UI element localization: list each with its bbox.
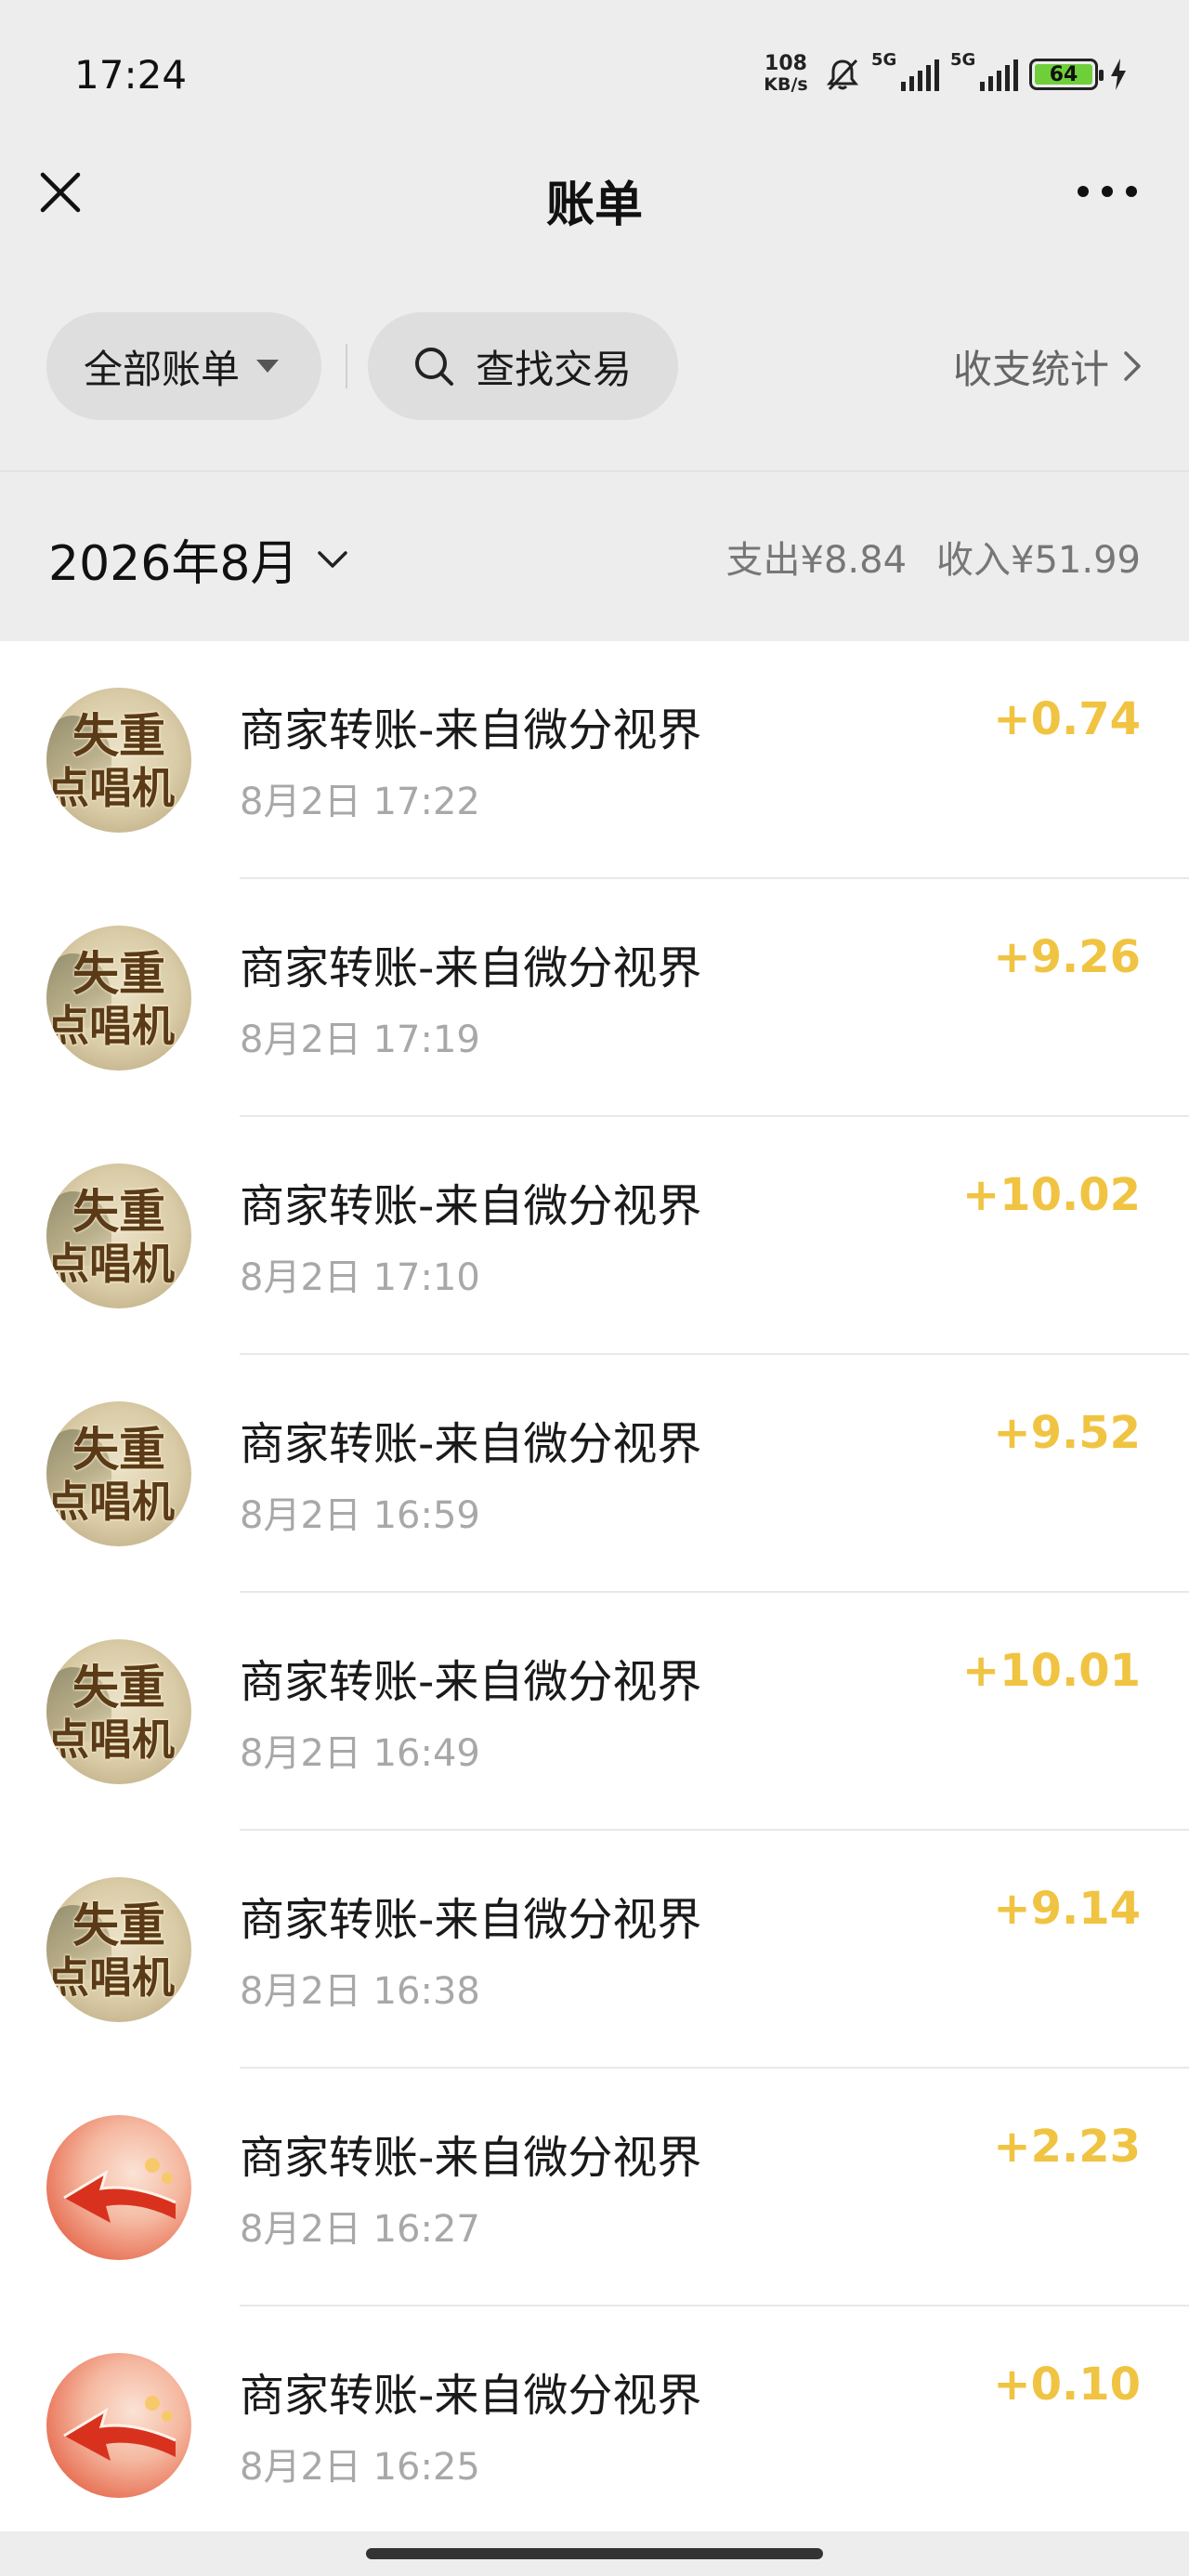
- transaction-time: 8月2日 17:22: [240, 781, 480, 823]
- transaction-row[interactable]: 失重 点唱机 商家转账-来自微分视界 8月2日 16:49 +10.01: [0, 1593, 1189, 1831]
- network-speed-unit: KB/s: [764, 74, 808, 95]
- transaction-title: 商家转账-来自微分视界: [240, 1180, 702, 1232]
- caret-down-icon: [256, 360, 280, 373]
- signal-icon: 5G: [950, 50, 1018, 91]
- status-time: 17:24: [74, 52, 188, 98]
- merchant-avatar: 失重 点唱机: [46, 1163, 191, 1308]
- transaction-row[interactable]: 商家转账-来自微分视界 8月2日 16:27 +2.23: [0, 2069, 1189, 2307]
- signal-icon: 5G: [871, 50, 939, 91]
- chevron-right-icon: [1124, 351, 1141, 381]
- arrow-icon: [63, 2396, 176, 2461]
- merchant-avatar: [46, 2115, 191, 2260]
- month-selector[interactable]: 2026年8月: [48, 524, 348, 594]
- status-icons: 108 KB/s 5G 5G 64: [758, 50, 1128, 96]
- bell-off-icon: [826, 59, 859, 91]
- sim2-label: 5G: [950, 50, 976, 70]
- transaction-row[interactable]: 失重 点唱机 商家转账-来自微分视界 8月2日 17:19 +9.26: [0, 879, 1189, 1117]
- transaction-amount: +0.74: [993, 693, 1141, 745]
- filter-divider: [346, 344, 347, 388]
- month-label: 2026年8月: [48, 536, 299, 592]
- income-expense-stats-link[interactable]: 收支统计: [953, 312, 1143, 420]
- transaction-time: 8月2日 16:25: [240, 2446, 480, 2489]
- merchant-avatar: [46, 2353, 191, 2498]
- transaction-time: 8月2日 16:49: [240, 1732, 480, 1775]
- filter-row: 全部账单 查找交易 收支统计: [0, 312, 1189, 420]
- month-expense: 支出¥8.84: [725, 539, 908, 582]
- transaction-title: 商家转账-来自微分视界: [240, 942, 702, 994]
- transaction-amount: +9.26: [993, 931, 1141, 983]
- chevron-down-icon: [318, 550, 348, 568]
- status-bar: 17:24 108 KB/s 5G 5G 64: [0, 0, 1189, 158]
- month-income: 收入¥51.99: [936, 539, 1141, 582]
- all-bills-filter-button[interactable]: 全部账单: [46, 312, 321, 420]
- transaction-time: 8月2日 17:19: [240, 1019, 480, 1061]
- transaction-row[interactable]: 失重 点唱机 商家转账-来自微分视界 8月2日 16:38 +9.14: [0, 1831, 1189, 2069]
- transaction-amount: +10.01: [961, 1645, 1141, 1697]
- search-label: 查找交易: [476, 346, 633, 392]
- transaction-title: 商家转账-来自微分视界: [240, 704, 702, 756]
- transaction-list: 失重 点唱机 商家转账-来自微分视界 8月2日 17:22 +0.74 失重 点…: [0, 641, 1189, 2531]
- search-icon: [415, 348, 453, 386]
- network-speed: 108 KB/s: [758, 52, 814, 96]
- transaction-amount: +2.23: [993, 2121, 1141, 2173]
- merchant-avatar: 失重 点唱机: [46, 1877, 191, 2022]
- transaction-row[interactable]: 失重 点唱机 商家转账-来自微分视界 8月2日 16:59 +9.52: [0, 1355, 1189, 1593]
- battery-icon: 64: [1029, 59, 1104, 90]
- month-totals: 支出¥8.84 收入¥51.99: [726, 530, 1141, 584]
- merchant-avatar: 失重 点唱机: [46, 1639, 191, 1784]
- charging-bolt-icon: [1111, 59, 1126, 90]
- transaction-time: 8月2日 17:10: [240, 1256, 480, 1299]
- transaction-row[interactable]: 失重 点唱机 商家转账-来自微分视界 8月2日 17:22 +0.74: [0, 641, 1189, 879]
- transaction-title: 商家转账-来自微分视界: [240, 2132, 702, 2184]
- stats-label: 收支统计: [952, 346, 1109, 392]
- transaction-amount: +9.14: [993, 1883, 1141, 1935]
- search-transactions-button[interactable]: 查找交易: [368, 312, 678, 420]
- sim1-label: 5G: [871, 50, 897, 70]
- merchant-avatar: 失重 点唱机: [46, 688, 191, 833]
- merchant-avatar: 失重 点唱机: [46, 1401, 191, 1546]
- merchant-avatar: 失重 点唱机: [46, 926, 191, 1071]
- transaction-title: 商家转账-来自微分视界: [240, 1894, 702, 1946]
- arrow-icon: [63, 2158, 176, 2223]
- transaction-title: 商家转账-来自微分视界: [240, 1418, 702, 1470]
- transaction-time: 8月2日 16:59: [240, 1494, 480, 1537]
- transaction-amount: +10.02: [961, 1169, 1141, 1221]
- page-title: 账单: [545, 177, 643, 233]
- battery-level: 64: [1035, 63, 1092, 86]
- transaction-row[interactable]: 商家转账-来自微分视界 8月2日 16:25 +0.10: [0, 2307, 1189, 2544]
- transaction-title: 商家转账-来自微分视界: [240, 2370, 702, 2422]
- transaction-row[interactable]: 失重 点唱机 商家转账-来自微分视界 8月2日 17:10 +10.02: [0, 1117, 1189, 1355]
- transaction-time: 8月2日 16:38: [240, 1970, 480, 2013]
- home-indicator[interactable]: [366, 2548, 823, 2559]
- transaction-amount: +9.52: [993, 1407, 1141, 1459]
- network-speed-value: 108: [764, 52, 807, 75]
- transaction-title: 商家转账-来自微分视界: [240, 1656, 702, 1708]
- month-summary-row: 2026年8月 支出¥8.84 收入¥51.99: [0, 472, 1189, 641]
- all-bills-label: 全部账单: [84, 346, 241, 392]
- transaction-time: 8月2日 16:27: [240, 2208, 480, 2251]
- more-icon[interactable]: [1078, 182, 1137, 201]
- transaction-amount: +0.10: [993, 2359, 1141, 2411]
